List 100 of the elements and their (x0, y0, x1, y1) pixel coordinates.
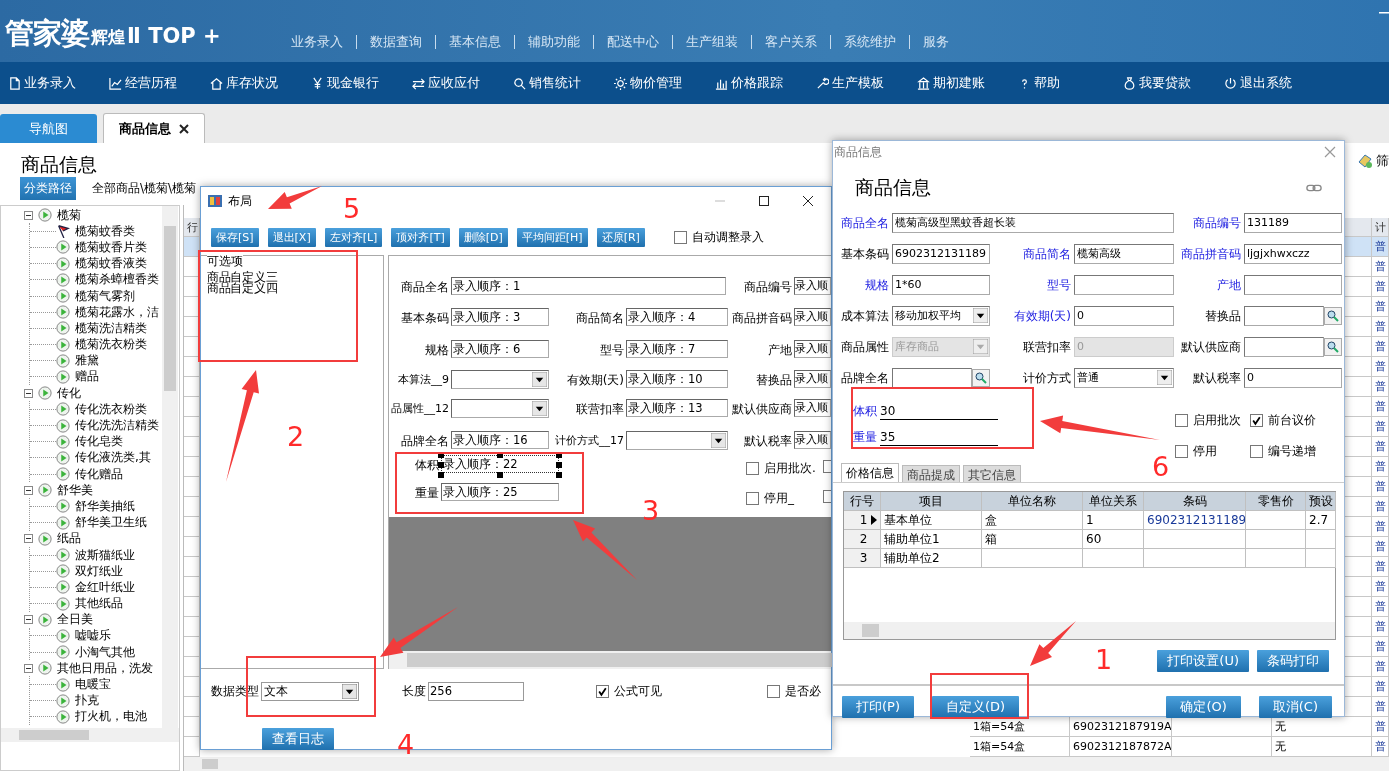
text-field[interactable] (1244, 306, 1324, 326)
toolbar-button[interactable]: 我要贷款 (1123, 74, 1224, 92)
tree-item[interactable]: 榄菊蚊香类 (75, 222, 135, 240)
text-field[interactable]: 录入顺序：6 (451, 340, 549, 358)
tree-item[interactable]: 舒华美抽纸 (75, 497, 135, 515)
vertical-scrollbar[interactable] (162, 206, 178, 728)
text-field[interactable]: 录入顺序：3 (451, 308, 549, 326)
row-header[interactable]: 1 (844, 511, 881, 530)
text-field[interactable]: 榄菊高级型黑蚊香超长装 (892, 213, 1174, 233)
close-icon[interactable] (179, 123, 189, 134)
text-field[interactable]: 256 (428, 681, 524, 701)
text-field[interactable]: 录入顺序：25 (441, 483, 559, 501)
checkbox[interactable]: 编号递增 (1250, 443, 1330, 460)
close-icon[interactable] (802, 195, 814, 207)
caret-icon[interactable] (532, 372, 547, 387)
text-field[interactable]: 录入顺 (794, 277, 831, 295)
tree-item[interactable]: 榄菊蚊香液类 (75, 255, 147, 273)
column-header[interactable]: 项目 (881, 492, 982, 511)
text-field[interactable]: ljgjxhwxczz (1244, 244, 1342, 264)
resize-handle[interactable] (497, 472, 503, 478)
menu-item[interactable]: 客户关系 (752, 35, 831, 49)
text-field[interactable]: 6902312131189 (892, 244, 990, 264)
text-field[interactable]: 录入顺 (794, 399, 831, 417)
column-header[interactable]: 单位关系 (1083, 492, 1144, 511)
checkbox[interactable]: 是否必 (767, 682, 821, 700)
tree-item[interactable]: 打火机，电池 (75, 708, 147, 726)
text-field[interactable] (1244, 337, 1324, 357)
tree-item[interactable]: 榄菊洗洁精类 (75, 319, 147, 337)
menu-item[interactable]: 基本信息 (436, 35, 515, 49)
search-icon[interactable] (1324, 338, 1342, 356)
horizontal-scrollbar[interactable] (184, 757, 1389, 771)
text-field[interactable]: 0 (1244, 368, 1342, 388)
menu-item[interactable]: 配送中心 (594, 35, 673, 49)
tree-item[interactable]: 榄菊洗衣粉类 (75, 336, 147, 354)
tree-item[interactable]: 榄菊 (57, 206, 81, 224)
collapse-icon[interactable] (24, 388, 33, 398)
toolbar-button[interactable]: 还原[R] (596, 227, 645, 247)
toolbar-button[interactable]: 经营历程 (109, 74, 210, 92)
print-button[interactable]: 条码打印 (1257, 650, 1329, 672)
view-log-button[interactable]: 查看日志 (262, 728, 334, 750)
tree-item[interactable]: 其他纸品 (75, 595, 123, 613)
tree-item[interactable]: 榄菊杀蟑檀香类 (75, 271, 159, 289)
maximize-icon[interactable] (758, 195, 770, 207)
collapse-icon[interactable] (24, 534, 33, 544)
toolbar-button[interactable]: 现金银行 (311, 74, 412, 92)
dropdown[interactable]: 移动加权平均 (892, 306, 990, 326)
caret-icon[interactable] (973, 308, 988, 323)
text-field[interactable]: 35 (880, 430, 998, 446)
collapse-icon[interactable] (24, 615, 33, 625)
horizontal-scrollbar[interactable] (844, 622, 1335, 639)
text-field[interactable]: 30 (880, 404, 998, 420)
text-field[interactable]: 录入顺序：22 (441, 455, 559, 473)
tree-item[interactable]: 舒华美 (57, 481, 93, 499)
tree-item[interactable]: 榄菊花露水，洁 (75, 303, 159, 321)
tree-item[interactable]: 其他日用品，洗发 (57, 659, 153, 677)
link-icon[interactable] (1306, 184, 1322, 192)
tree-item[interactable]: 纸品 (57, 530, 81, 548)
text-field[interactable]: 0 (1074, 306, 1174, 326)
checkbox[interactable]: 启用批次 (1175, 412, 1250, 429)
print-button[interactable]: 打印设置(U) (1157, 650, 1249, 672)
checkbox[interactable]: 前台议价 (1250, 412, 1330, 429)
row-header[interactable]: 2 (844, 530, 881, 549)
tree-item[interactable]: 榄菊蚊香片类 (75, 238, 147, 256)
text-field[interactable]: 录入顺 (794, 308, 831, 326)
text-field[interactable]: 录入顺 (794, 370, 831, 388)
text-field[interactable]: 录入顺序：13 (626, 399, 728, 417)
menu-item[interactable]: 辅助功能 (515, 35, 594, 49)
tree-item[interactable]: 榄菊气雾剂 (75, 287, 135, 305)
collapse-icon[interactable] (24, 485, 33, 495)
horizontal-scrollbar[interactable] (1, 728, 179, 742)
caret-icon[interactable] (342, 683, 357, 699)
toolbar-button[interactable]: 业务录入 (8, 74, 109, 92)
toolbar-button[interactable]: 价格跟踪 (715, 74, 816, 92)
dialog-button[interactable]: 取消(C) (1258, 696, 1332, 718)
text-field[interactable]: 录入顺序：10 (626, 370, 728, 388)
toolbar-button[interactable]: 保存[S] (211, 227, 259, 247)
tree-item[interactable]: 电暖宝 (75, 676, 111, 694)
text-field[interactable]: 1*60 (892, 275, 990, 295)
checkbox[interactable]: 启用批次. (746, 460, 816, 477)
text-field[interactable]: 录入顺序：7 (626, 340, 728, 358)
menu-item[interactable]: 服务 (910, 35, 962, 49)
resize-handle[interactable] (497, 452, 503, 458)
tree-item[interactable]: 传化 (57, 384, 81, 402)
tree-item[interactable]: 雅黛 (75, 352, 99, 370)
horizontal-scrollbar[interactable] (389, 651, 831, 669)
text-field[interactable] (1074, 275, 1174, 295)
text-field[interactable]: 录入顺序：1 (451, 277, 726, 295)
tab[interactable]: 价格信息 (841, 463, 899, 482)
tree-item[interactable]: 舒华美卫生纸 (75, 514, 147, 532)
caret-icon[interactable] (711, 433, 726, 448)
tab[interactable]: 商品提成 (902, 465, 960, 482)
row-header[interactable]: 3 (844, 549, 881, 568)
toolbar-button[interactable]: 顶对齐[T] (391, 227, 450, 247)
tree-item[interactable]: 嘘嘘乐 (75, 627, 111, 645)
dropdown[interactable]: 文本 (261, 681, 359, 701)
tree-item[interactable]: 双灯纸业 (75, 562, 123, 580)
toolbar-button[interactable]: 退出[X] (267, 227, 316, 247)
dropdown[interactable] (451, 399, 549, 418)
menu-item[interactable]: 系统维护 (831, 35, 910, 49)
tree-item[interactable]: 全日美 (57, 611, 93, 629)
